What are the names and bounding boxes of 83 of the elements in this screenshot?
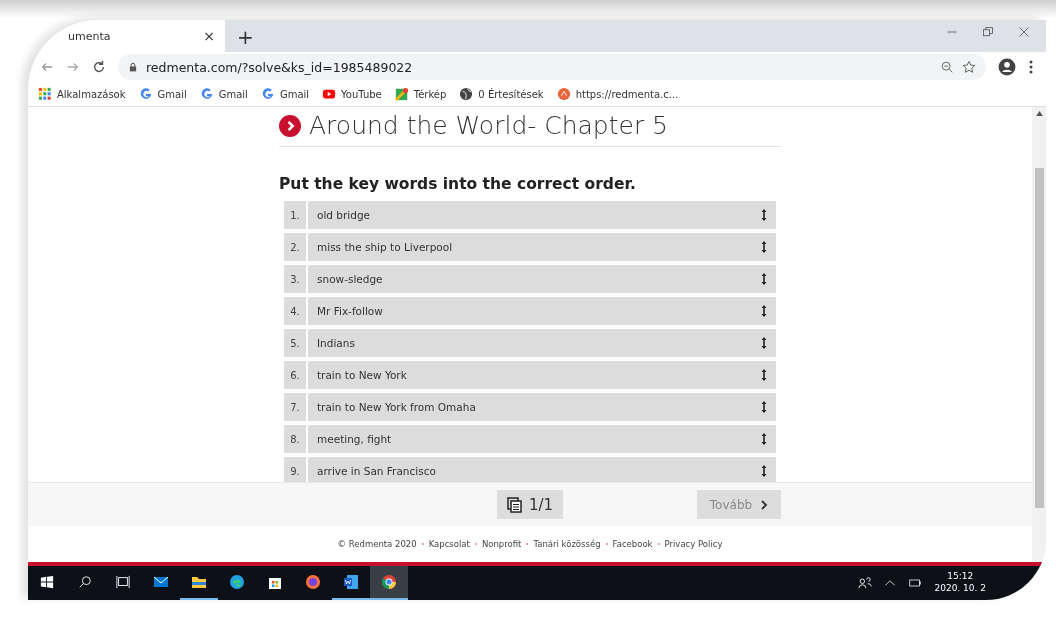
copyright-text: © Redmenta 2020 <box>337 539 417 549</box>
restore-icon[interactable] <box>982 26 994 38</box>
bookmark[interactable]: https://redmenta.c... <box>556 87 679 101</box>
item-number: 1. <box>284 201 306 229</box>
item-number: 5. <box>284 329 306 357</box>
sortable-item[interactable]: arrive in San Francisco <box>308 457 776 482</box>
map-icon <box>394 87 409 101</box>
drag-handle-icon <box>761 337 767 349</box>
bookmark[interactable]: Gmail <box>199 87 248 101</box>
item-number: 2. <box>284 233 306 261</box>
item-number: 6. <box>284 361 306 389</box>
instruction-text: Put the key words into the correct order. <box>279 175 637 193</box>
search-icon <box>78 575 92 589</box>
tab-close-button[interactable]: × <box>203 29 215 43</box>
drag-handle-icon <box>761 369 767 381</box>
footer-link[interactable]: Nonprofit <box>481 539 522 549</box>
sortable-item[interactable]: Mr Fix-follow <box>308 297 776 325</box>
profile-icon[interactable] <box>998 58 1016 76</box>
google-g-icon <box>260 87 275 101</box>
drag-handle-icon <box>761 241 767 253</box>
windows-icon <box>40 575 54 589</box>
play-icon <box>322 87 337 101</box>
footer-link[interactable]: Kapcsolat <box>428 539 470 549</box>
clock-date: 2020. 10. 2 <box>934 583 986 595</box>
footer-link[interactable]: Privacy Policy <box>664 539 723 549</box>
item-number: 3. <box>284 265 306 293</box>
google-g-icon <box>199 87 214 101</box>
drag-handle-icon <box>761 209 767 221</box>
firefox-icon <box>304 574 322 590</box>
sortable-item[interactable]: meeting, fight <box>308 425 776 453</box>
page-title: Around the World- Chapter 5 <box>309 111 669 140</box>
item-number: 8. <box>284 425 306 453</box>
clock-time: 15:12 <box>947 571 974 583</box>
chevron-circle-icon <box>279 114 301 137</box>
drag-handle-icon <box>761 433 767 445</box>
people-icon <box>858 576 873 590</box>
reload-icon[interactable] <box>92 60 106 74</box>
bookmark[interactable]: YouTube <box>322 87 382 101</box>
bookmark[interactable]: Gmail <box>138 87 187 101</box>
back-arrow-icon[interactable] <box>40 60 54 74</box>
drag-handle-icon <box>761 273 767 285</box>
bookmark[interactable]: Térkép <box>394 87 447 101</box>
sortable-item[interactable]: Indians <box>308 329 776 357</box>
taskbar-button[interactable] <box>370 566 408 600</box>
pages-icon <box>506 496 523 513</box>
drag-handle-icon <box>761 401 767 413</box>
footer-link[interactable]: Facebook <box>612 539 653 549</box>
bookmark[interactable]: Gmail <box>260 87 310 101</box>
chrome-icon <box>380 574 398 590</box>
address-bar[interactable]: redmenta.com/?solve&ks_id=1985489022 <box>118 54 986 80</box>
sortable-item[interactable]: snow-sledge <box>308 265 776 293</box>
drag-handle-icon <box>761 465 767 477</box>
scroll-up-icon <box>1035 111 1043 116</box>
star-icon[interactable] <box>962 60 976 74</box>
more-menu-icon[interactable] <box>1028 59 1034 75</box>
item-number: 7. <box>284 393 306 421</box>
globe-icon <box>459 87 474 101</box>
sortable-item[interactable]: old bridge <box>308 201 776 229</box>
new-tab-button[interactable]: + <box>237 27 254 47</box>
battery-icon <box>908 577 923 589</box>
scrollbar[interactable] <box>1032 107 1046 562</box>
task-view-icon <box>116 575 130 589</box>
chevron-right-icon <box>760 499 769 510</box>
edge-icon <box>228 574 246 590</box>
google-g-icon <box>138 87 153 101</box>
folder-icon <box>190 574 208 590</box>
envelope-icon <box>152 574 170 590</box>
page-counter-button[interactable]: 1/1 <box>496 490 564 519</box>
lock-icon <box>128 61 138 73</box>
site-icon <box>556 87 571 101</box>
item-number: 9. <box>284 457 306 482</box>
sortable-item[interactable]: train to New York <box>308 361 776 389</box>
footer-link[interactable]: Tanári közösség <box>533 539 601 549</box>
close-icon[interactable] <box>1018 26 1030 38</box>
zoom-out-icon[interactable] <box>940 60 954 74</box>
sortable-item[interactable]: train to New York from Omaha <box>308 393 776 421</box>
bookmark[interactable]: Alkalmazások <box>38 87 126 101</box>
bookmark[interactable]: 0 Értesítések <box>459 87 544 101</box>
document-icon <box>342 574 360 590</box>
apps-grid-icon <box>38 87 52 101</box>
drag-handle-icon <box>761 305 767 317</box>
item-number: 4. <box>284 297 306 325</box>
sortable-item[interactable]: miss the ship to Liverpool <box>308 233 776 261</box>
